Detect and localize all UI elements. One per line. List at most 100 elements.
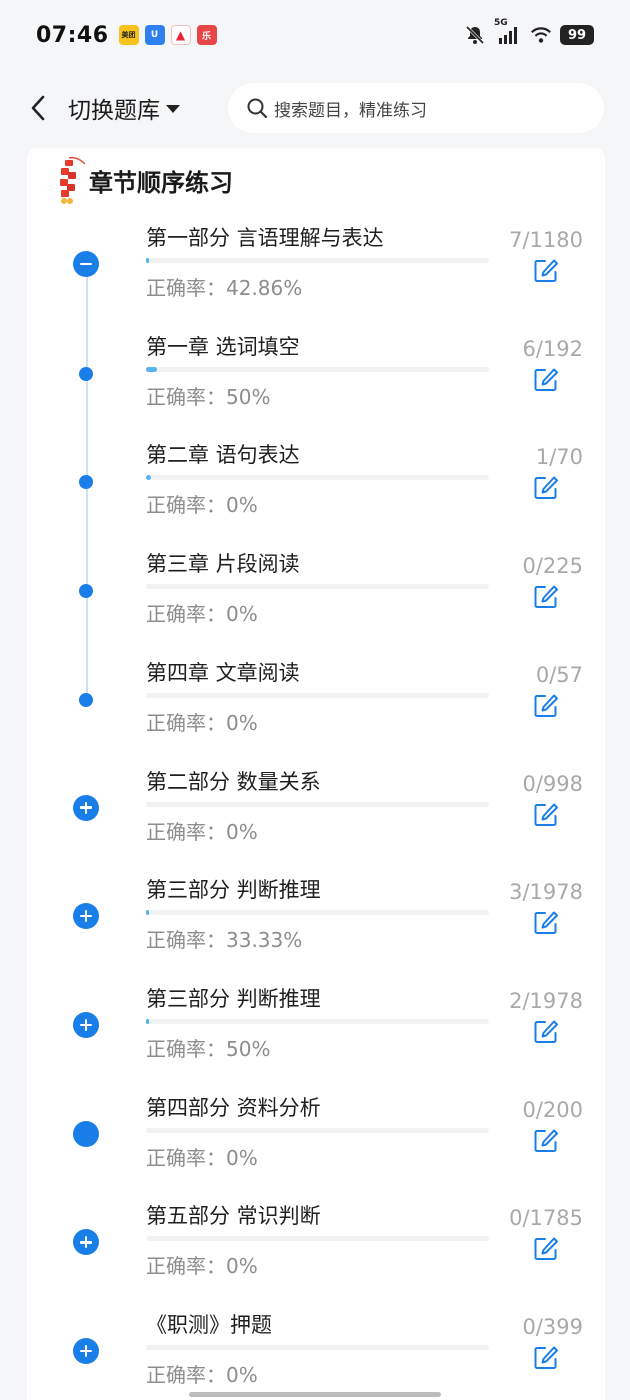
- progress-bar: [146, 1127, 489, 1133]
- chapter-title: 第三部分 判断推理: [146, 986, 321, 1011]
- chapter-title: 第二章 语句表达: [146, 443, 300, 468]
- meituan-app-icon: 美团: [118, 25, 139, 45]
- progress-bar: [146, 475, 489, 481]
- chapter-title: 第五部分 常识判断: [146, 1204, 321, 1229]
- cellular-signal-icon: 5G: [494, 18, 522, 46]
- practice-edit-button[interactable]: [533, 258, 559, 284]
- search-placeholder: 搜索题目，精准练习: [274, 100, 427, 121]
- header: 切换题库 搜索题目，精准练习: [0, 80, 630, 136]
- edit-pencil-icon: [534, 1129, 558, 1152]
- edit-pencil-icon: [534, 1346, 558, 1369]
- practice-edit-button[interactable]: [533, 693, 559, 719]
- chapter-row[interactable]: 第三章 片段阅读 正确率：0% 0/225: [27, 548, 605, 656]
- practice-edit-button[interactable]: [533, 367, 559, 393]
- chapter-row[interactable]: 第二章 语句表达 正确率：0% 1/70: [27, 439, 605, 547]
- practice-edit-button[interactable]: [533, 910, 559, 936]
- search-input[interactable]: 搜索题目，精准练习: [228, 83, 604, 133]
- progress-bar: [146, 366, 489, 372]
- practice-edit-button[interactable]: [533, 584, 559, 610]
- chapter-row[interactable]: 第四部分 资料分析 正确率：0% 0/200: [27, 1092, 605, 1200]
- expand-plus-icon[interactable]: [73, 1338, 99, 1364]
- edit-pencil-icon: [534, 1020, 558, 1043]
- status-time: 07:46: [36, 22, 109, 48]
- accuracy-text: 正确率：42.86%: [146, 276, 303, 300]
- chapter-row[interactable]: 《职测》押题 正确率：0% 0/399: [27, 1309, 605, 1400]
- progress-bar: [146, 801, 489, 807]
- section-title: 章节顺序练习: [89, 168, 233, 197]
- accuracy-text: 正确率：0%: [146, 819, 258, 844]
- accuracy-text: 正确率：0%: [146, 1254, 258, 1279]
- timeline-dot: [79, 692, 93, 707]
- chapter-row[interactable]: 第三部分 判断推理 正确率：33.33% 3/1978: [27, 874, 605, 982]
- edit-pencil-icon: [534, 803, 558, 826]
- switch-question-bank-button[interactable]: 切换题库: [68, 91, 180, 125]
- chapter-title: 第三部分 判断推理: [146, 878, 321, 903]
- accuracy-text: 正确率：0%: [146, 493, 258, 518]
- chevron-left-icon: [31, 95, 45, 121]
- expand-plus-icon[interactable]: [73, 1229, 99, 1256]
- question-count: 0/57: [535, 662, 583, 687]
- progress-bar: [146, 1018, 489, 1024]
- question-count: 7/1180: [509, 228, 583, 252]
- practice-edit-button[interactable]: [533, 1236, 559, 1262]
- practice-edit-button[interactable]: [533, 802, 559, 828]
- chapter-row[interactable]: 第二部分 数量关系 正确率：0% 0/998: [27, 766, 605, 874]
- chapter-title: 第四章 文章阅读: [146, 660, 300, 685]
- question-count: 0/1785: [509, 1206, 583, 1231]
- timeline-dot: [79, 584, 93, 599]
- progress-bar: [146, 1236, 489, 1242]
- section-header: 章节顺序练习: [55, 154, 233, 206]
- chapter-practice-card: 章节顺序练习 第一部分 言语理解与表达 正确率：42.86% 7/1180 第一章 选…: [27, 148, 605, 1400]
- edit-pencil-icon: [534, 476, 558, 500]
- chapter-row[interactable]: 第一章 选词填空 正确率：50% 6/192: [27, 331, 605, 439]
- solid-node-icon[interactable]: [73, 1120, 99, 1147]
- chapter-title: 第一部分 言语理解与表达: [146, 226, 384, 250]
- switch-bank-label: 切换题库: [68, 98, 160, 124]
- collapse-minus-icon[interactable]: [73, 251, 99, 277]
- chapter-title: 《职测》押题: [146, 1313, 272, 1337]
- progress-fill: [146, 1018, 149, 1024]
- timeline-dot: [79, 366, 93, 381]
- question-count: 6/192: [522, 336, 583, 361]
- search-icon: [247, 98, 268, 119]
- chapter-row[interactable]: 第五部分 常识判断 正确率：0% 0/1785: [27, 1200, 605, 1308]
- timeline-dot: [79, 475, 93, 490]
- battery-level: 99: [560, 25, 594, 45]
- accuracy-text: 正确率：0%: [146, 1363, 258, 1387]
- network-type: 5G: [494, 18, 508, 28]
- chapter-title: 第二部分 数量关系: [146, 769, 321, 794]
- chapter-row[interactable]: 第三部分 判断推理 正确率：50% 2/1978: [27, 983, 605, 1091]
- wifi-icon: [530, 24, 552, 46]
- firecracker-icon: [60, 156, 85, 204]
- accuracy-text: 正确率：33.33%: [146, 928, 303, 953]
- edit-pencil-icon: [534, 259, 558, 282]
- mute-bell-icon: [464, 24, 486, 46]
- progress-fill: [146, 475, 151, 481]
- expand-plus-icon[interactable]: [73, 903, 99, 930]
- status-app-icons: 美团 U ▲ 乐: [118, 25, 217, 45]
- question-count: 0/225: [522, 554, 583, 579]
- chapter-row[interactable]: 第四章 文章阅读 正确率：0% 0/57: [27, 657, 605, 765]
- practice-edit-button[interactable]: [533, 1128, 559, 1154]
- expand-plus-icon[interactable]: [73, 1011, 99, 1038]
- home-indicator[interactable]: [189, 1392, 441, 1397]
- chapter-row[interactable]: 第一部分 言语理解与表达 正确率：42.86% 7/1180: [27, 222, 605, 330]
- practice-edit-button[interactable]: [533, 1019, 559, 1045]
- edit-pencil-icon: [534, 694, 558, 717]
- expand-plus-icon[interactable]: [73, 794, 99, 821]
- edit-pencil-icon: [534, 911, 558, 935]
- question-count: 0/399: [522, 1315, 583, 1339]
- practice-edit-button[interactable]: [533, 1345, 559, 1371]
- accuracy-text: 正确率：50%: [146, 1036, 271, 1061]
- edit-pencil-icon: [534, 1237, 558, 1261]
- chapter-title: 第一章 选词填空: [146, 334, 300, 359]
- chapter-title: 第四部分 资料分析: [146, 1095, 321, 1120]
- question-count: 0/200: [522, 1097, 583, 1122]
- status-indicators: 5G 99: [464, 18, 594, 46]
- u-app-icon: U: [144, 25, 165, 45]
- question-count: 0/998: [522, 771, 583, 796]
- back-button[interactable]: [8, 80, 68, 136]
- question-count: 1/70: [535, 445, 583, 470]
- caret-down-icon: [166, 105, 180, 113]
- practice-edit-button[interactable]: [533, 475, 559, 501]
